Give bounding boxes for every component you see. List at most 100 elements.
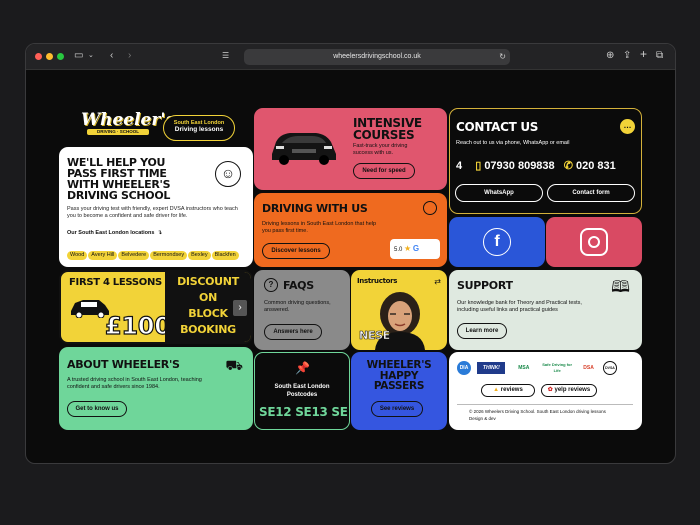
browser-toolbar: ▭ ⌄ ‹ › ☰ wheelersdrivingschool.co.uk ↻ … (26, 44, 675, 70)
learn-more-button[interactable]: Learn more (457, 323, 507, 339)
browser-window: ▭ ⌄ ‹ › ☰ wheelersdrivingschool.co.uk ↻ … (25, 43, 676, 464)
locations-label-row: Our South East London locations ↴ (67, 230, 162, 236)
discount-word-4: BOOKING (180, 323, 236, 336)
see-reviews-button[interactable]: See reviews (371, 401, 423, 417)
arrow-down-right-icon: ↴ (155, 230, 163, 236)
contact-description: Reach out to us via phone, WhatsApp or e… (456, 140, 570, 146)
location-chip[interactable]: Avery Hill (88, 251, 118, 260)
share-icon[interactable]: ⇪ (623, 49, 631, 63)
sidebar-icon[interactable]: ▭ (74, 49, 83, 63)
copyright-text: © 2026 Wheelers Driving School. South Ea… (469, 409, 606, 414)
yelp-label: yelp reviews (554, 387, 591, 393)
instagram-card[interactable] (546, 217, 642, 267)
hero-card: WE'LL HELP YOU PASS FIRST TIME WITH WHEE… (59, 147, 253, 267)
offer-card[interactable]: FIRST 4 LESSONS £100 DISCOUNT ON BLOCK B… (59, 270, 253, 344)
get-to-know-us-button[interactable]: Get to know us (67, 401, 127, 417)
hero-title: WE'LL HELP YOU PASS FIRST TIME WITH WHEE… (67, 156, 171, 202)
locations-label: Our South East London locations (67, 230, 155, 236)
answers-here-button[interactable]: Answers here (264, 324, 322, 340)
reload-icon[interactable]: ↻ (499, 49, 506, 65)
facebook-card[interactable]: f (449, 217, 545, 267)
intensive-description: Fast-track your driving success with us. (353, 143, 408, 156)
carousel-next-button[interactable]: › (233, 300, 247, 316)
postcodes-list: SE12 SE13 SE1 (259, 406, 349, 418)
maximize-window-button[interactable] (57, 53, 64, 60)
think-badge: THINK! (477, 362, 506, 374)
support-card[interactable]: SUPPORT 🕮 Our knowledge bank for Theory … (449, 270, 642, 350)
need-for-speed-button[interactable]: Need for speed (353, 163, 415, 179)
intensive-title: INTENSIVE COURSES (353, 116, 422, 142)
postcodes-card[interactable]: 📌 South East London Postcodes SE12 SE13 … (254, 352, 350, 430)
customer-icon: ☺ (215, 161, 241, 187)
design-credit: Design & dev (469, 416, 496, 421)
dsa-badge: DSA (583, 365, 594, 371)
minimize-window-button[interactable] (46, 53, 53, 60)
close-window-button[interactable] (35, 53, 42, 60)
driving-with-us-card[interactable]: DRIVING WITH US Driving lessons in South… (254, 193, 447, 267)
footer-card: DIA THINK! MSA Safe Driving for Life DSA… (449, 352, 642, 430)
yelp-reviews-button[interactable]: ✿ yelp reviews (541, 384, 597, 397)
msa-badge: MSA (518, 365, 530, 371)
chevron-down-icon[interactable]: ⌄ (88, 49, 94, 63)
url-text: wheelersdrivingschool.co.uk (333, 53, 421, 60)
address-bar[interactable]: wheelersdrivingschool.co.uk ↻ (244, 49, 510, 65)
back-icon[interactable]: ‹ (110, 49, 113, 63)
book-icon: 🕮 (611, 279, 630, 296)
dvsa-badge: DVSA (602, 361, 617, 375)
instagram-icon (580, 228, 608, 256)
question-icon: ? (264, 278, 278, 292)
forward-icon[interactable]: › (128, 49, 131, 63)
location-chip[interactable]: Blackfen (211, 251, 239, 260)
new-tab-icon[interactable]: + (640, 47, 647, 61)
tabs-overview-icon[interactable]: ⧉ (656, 49, 663, 63)
offer-price: £100 (104, 312, 171, 340)
about-title: ABOUT WHEELER'S (67, 358, 180, 371)
about-card[interactable]: ABOUT WHEELER'S ⛟ A trusted driving scho… (59, 347, 253, 430)
location-badge: South East London Driving lessons (163, 115, 235, 141)
instructors-card[interactable]: Instructors ⇄ NESE (351, 270, 447, 350)
footer-divider (457, 404, 633, 405)
logo[interactable]: Wheeler's DRIVING · SCHOOL (81, 110, 176, 141)
discount-word-1: DISCOUNT (177, 275, 239, 288)
instructors-title: Instructors (357, 277, 398, 285)
steering-wheel-icon (423, 201, 437, 215)
location-chip[interactable]: Wood (67, 251, 88, 260)
star-icon: ★ (404, 244, 412, 253)
dia-badge: DIA (457, 361, 471, 375)
about-description: A trusted driving school in South East L… (67, 377, 202, 390)
intensive-courses-card[interactable]: INTENSIVE COURSES Fast-track your drivin… (254, 108, 447, 190)
swap-icon: ⇄ (434, 277, 441, 286)
phone-prefix: 4 (456, 160, 463, 172)
locations-list: Wood Avery Hill Belvedere Bermondsey Bexley B… (67, 243, 253, 261)
contact-form-button[interactable]: Contact form (547, 184, 635, 202)
phone-mobile[interactable]: 07930 809838 (484, 160, 554, 172)
car-image (272, 133, 336, 165)
phone-icon: ✆ (563, 160, 573, 172)
faqs-card[interactable]: ? FAQS Common driving questions, answere… (254, 270, 350, 350)
phone-row: 4 ▯ 07930 809838 ✆ 020 831 (456, 159, 641, 172)
yelp-icon: ✿ (547, 387, 553, 393)
whatsapp-button[interactable]: WhatsApp (455, 184, 543, 202)
location-chip[interactable]: Bermondsey (150, 251, 188, 260)
page-menu-icon[interactable]: ☰ (222, 49, 229, 63)
phone-landline[interactable]: 020 831 (576, 160, 616, 172)
rating-value: 5.0 (394, 247, 403, 253)
google-rating-badge[interactable]: 5.0 ★ G (390, 239, 440, 259)
instructor-name: NESE (359, 329, 391, 342)
faqs-title: FAQS (283, 279, 314, 292)
contact-card: CONTACT US … Reach out to us via phone, … (449, 108, 642, 214)
car-outline-icon: ⛟ (225, 357, 243, 373)
reviews-logo-icon: ▲ (493, 387, 500, 393)
location-badge-line2: Driving lessons (174, 126, 224, 133)
location-chip[interactable]: Bexley (188, 251, 211, 260)
postcodes-title: South East London Postcodes (274, 384, 330, 398)
contact-title: CONTACT US (456, 120, 539, 134)
reviews-button[interactable]: ▲ reviews (481, 384, 535, 397)
pin-icon: 📌 (295, 361, 310, 375)
logo-text: Wheeler's (81, 110, 176, 130)
passers-title: WHEELER'S HAPPY PASSERS (366, 359, 432, 392)
location-chip[interactable]: Belvedere (118, 251, 150, 260)
discover-lessons-button[interactable]: Discover lessons (262, 243, 330, 259)
download-icon[interactable]: ⊕ (606, 49, 614, 63)
happy-passers-card[interactable]: WHEELER'S HAPPY PASSERS See reviews (351, 352, 447, 430)
